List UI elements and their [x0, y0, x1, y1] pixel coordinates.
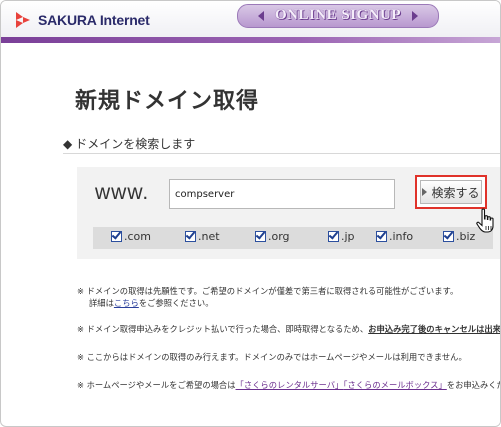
triangle-right-icon — [422, 188, 428, 196]
checkbox-checked-icon[interactable] — [185, 231, 196, 242]
www-prefix: www. — [95, 181, 150, 204]
diamond-bullet-icon: ◆ — [63, 137, 73, 151]
note-1-detail: 詳細はこちらをご参照ください。 — [89, 297, 214, 309]
note-4-post: をお申込みくださ — [446, 380, 500, 390]
note-2-bold-text: お申込み完了後のキャンセルは出来かね — [368, 324, 501, 334]
tld-option-org[interactable]: .org — [255, 230, 290, 243]
details-link[interactable]: こちら — [114, 298, 139, 308]
note-4: ※ ホームページやメールをご希望の場合は「さくらのレンタルサーバ」「さくらのメー… — [77, 379, 500, 391]
mailbox-link[interactable]: 「さくらのメールボックス」 — [343, 380, 446, 390]
note-1: ※ ドメインの取得は先願性です。ご希望のドメインが僅差で第三者に取得される可能性… — [77, 285, 458, 297]
tld-label: .org — [268, 230, 290, 243]
sakura-logo[interactable]: SAKURA Internet — [11, 8, 150, 32]
tld-option-info[interactable]: .info — [376, 230, 413, 243]
domain-search-panel: www. 検索する .com .net .org — [77, 167, 500, 259]
main-content: 新規ドメイン取得 ◆ドメインを検索します www. 検索する .com — [57, 63, 500, 426]
checkbox-checked-icon[interactable] — [328, 231, 339, 242]
rental-server-link[interactable]: 「さくらのレンタルサーバ」 — [236, 380, 344, 390]
signup-banner-text: ONLINE SIGNUP — [274, 7, 402, 23]
checkbox-checked-icon[interactable] — [255, 231, 266, 242]
tld-label: .jp — [341, 230, 355, 243]
note-1-text: ※ ドメインの取得は先願性です。ご希望のドメインが僅差で第三者に取得される可能性… — [77, 286, 459, 296]
checkbox-checked-icon[interactable] — [443, 231, 454, 242]
site-header: SAKURA Internet ONLINE SIGNUP — [1, 1, 500, 41]
sakura-logo-icon — [16, 12, 30, 28]
search-button-label: 検索する — [431, 185, 480, 200]
tld-label: .info — [389, 230, 414, 243]
note-1-detail-post: をご参照ください。 — [138, 298, 214, 308]
header-stripe — [1, 37, 500, 43]
tld-label: .biz — [456, 230, 476, 243]
note-3: ※ ここからはドメインの取得のみ行えます。ドメインのみではホームページやメールは… — [77, 351, 467, 363]
tld-checkbox-row: .com .net .org .jp .info .biz — [93, 227, 493, 249]
note-2: ※ ドメイン取得申込みをクレジット払いで行った場合、即時取得となるため、お申込み… — [77, 323, 501, 335]
search-button[interactable]: 検索する — [420, 180, 482, 204]
tld-label: .com — [124, 230, 151, 243]
checkbox-checked-icon[interactable] — [111, 231, 122, 242]
tld-option-biz[interactable]: .biz — [443, 230, 475, 243]
section-heading: ◆ ドメインを検索します — [63, 135, 195, 152]
online-signup-banner: ONLINE SIGNUP — [237, 4, 439, 28]
tld-option-com[interactable]: .com — [111, 230, 151, 243]
section-heading-text: ドメインを検索します — [75, 137, 196, 151]
page-title: 新規ドメイン取得 — [75, 89, 260, 114]
browser-frame: SAKURA Internet ONLINE SIGNUP 新規ドメイン取得 ◆… — [0, 0, 501, 427]
domain-search-input[interactable] — [169, 179, 395, 209]
logo-text: SAKURA Internet — [38, 12, 150, 28]
tld-option-net[interactable]: .net — [185, 230, 220, 243]
checkbox-checked-icon[interactable] — [376, 231, 387, 242]
note-2-text: ※ ドメイン取得申込みをクレジット払いで行った場合、即時取得となるため、 — [77, 324, 369, 334]
note-4-text: ※ ホームページやメールをご希望の場合は — [77, 380, 236, 390]
hand-pointer-icon — [476, 208, 494, 233]
tld-option-jp[interactable]: .jp — [328, 230, 355, 243]
note-3-text: ※ ここからはドメインの取得のみ行えます。ドメインのみではホームページやメールは… — [77, 352, 467, 362]
banner-right-arrow-icon — [412, 11, 418, 21]
tld-label: .net — [198, 230, 220, 243]
section-divider — [63, 153, 500, 154]
note-1-detail-pre: 詳細は — [89, 298, 114, 308]
search-button-highlight: 検索する — [415, 175, 487, 209]
